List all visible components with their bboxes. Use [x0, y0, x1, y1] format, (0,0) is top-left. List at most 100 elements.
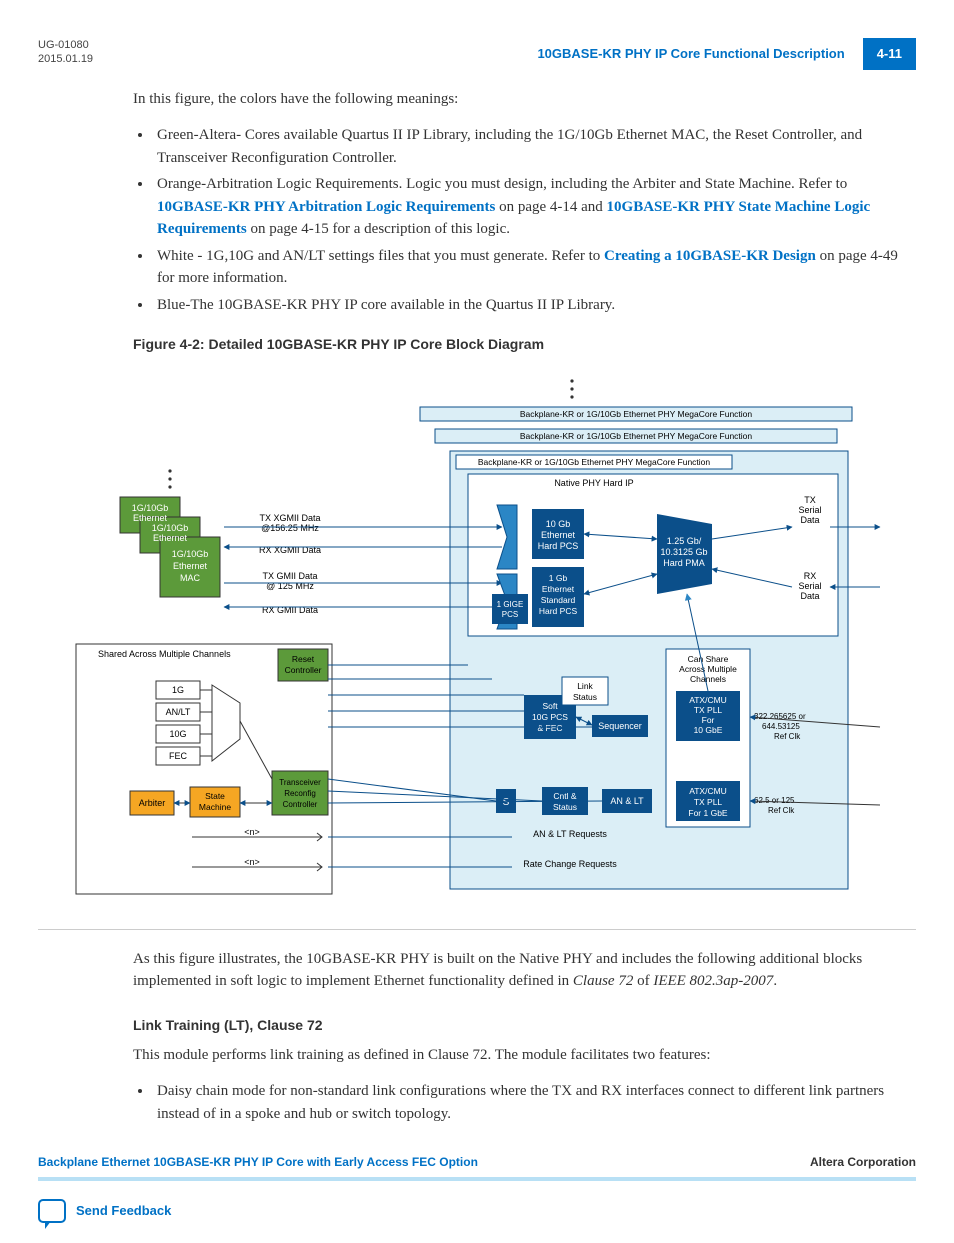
svg-text:Cntl &: Cntl & [553, 791, 576, 801]
svg-text:Ethernet: Ethernet [541, 530, 576, 540]
svg-text:1G/10Gb: 1G/10Gb [132, 503, 169, 513]
lt-feature-daisy-chain: Daisy chain mode for non-standard link c… [153, 1080, 906, 1125]
svg-text:10G PCS: 10G PCS [532, 712, 568, 722]
legend-white: White - 1G,10G and AN/LT settings files … [153, 245, 906, 290]
legend-orange: Orange-Arbitration Logic Requirements. L… [153, 173, 906, 241]
svg-text:TX XGMII Data: TX XGMII Data [259, 513, 320, 523]
lt-intro: This module performs link training as de… [133, 1044, 906, 1067]
svg-text:Sequencer: Sequencer [598, 721, 642, 731]
svg-text:AN & LT: AN & LT [610, 796, 644, 806]
svg-text:Serial: Serial [798, 505, 821, 515]
svg-text:10 GbE: 10 GbE [694, 725, 723, 735]
svg-text:TX: TX [804, 495, 816, 505]
svg-text:1.25 Gb/: 1.25 Gb/ [667, 536, 702, 546]
divider [38, 929, 916, 930]
svg-text:Shared Across Multiple Channel: Shared Across Multiple Channels [98, 649, 231, 659]
svg-text:10.3125 Gb: 10.3125 Gb [660, 547, 707, 557]
feedback-label: Send Feedback [76, 1201, 171, 1221]
svg-text:Ethernet: Ethernet [133, 513, 168, 523]
footer-chapter-title: Backplane Ethernet 10GBASE-KR PHY IP Cor… [38, 1153, 478, 1171]
svg-text:Hard PCS: Hard PCS [538, 541, 579, 551]
svg-text:MAC: MAC [180, 573, 201, 583]
svg-text:Status: Status [573, 692, 597, 702]
doc-date: 2015.01.19 [38, 52, 93, 66]
svg-text:10 Gb: 10 Gb [546, 519, 571, 529]
svg-text:Backplane-KR or 1G/10Gb Ethern: Backplane-KR or 1G/10Gb Ethernet PHY Meg… [478, 457, 711, 467]
svg-text:Data: Data [800, 515, 819, 525]
svg-text:State: State [205, 791, 225, 801]
svg-text:For 1 GbE: For 1 GbE [688, 808, 728, 818]
svg-text:Backplane-KR or 1G/10Gb Ethern: Backplane-KR or 1G/10Gb Ethernet PHY Meg… [520, 431, 753, 441]
svg-text:AN/LT: AN/LT [166, 707, 191, 717]
svg-text:Ethernet: Ethernet [173, 561, 208, 571]
svg-text:AN & LT Requests: AN & LT Requests [533, 829, 607, 839]
svg-text:ATX/CMU: ATX/CMU [689, 786, 727, 796]
svg-text:1 GIGE: 1 GIGE [497, 600, 524, 609]
svg-text:Ethernet: Ethernet [542, 584, 575, 594]
feedback-icon [38, 1199, 66, 1223]
svg-text:Soft: Soft [542, 701, 558, 711]
svg-text:Data: Data [800, 591, 819, 601]
doc-number: UG-01080 [38, 38, 93, 52]
svg-text:TX PLL: TX PLL [694, 797, 723, 807]
footer-company: Altera Corporation [810, 1153, 916, 1171]
svg-text:Channels: Channels [690, 674, 726, 684]
svg-text:Ref Clk: Ref Clk [774, 732, 801, 741]
svg-text:Standard: Standard [541, 595, 576, 605]
svg-text:Ref Clk: Ref Clk [768, 806, 795, 815]
legend-blue: Blue-The 10GBASE-KR PHY IP core availabl… [153, 294, 906, 317]
section-title: 10GBASE-KR PHY IP Core Functional Descri… [537, 44, 844, 64]
svg-text:S: S [503, 797, 510, 808]
intro-text: In this figure, the colors have the foll… [133, 88, 906, 111]
svg-text:62.5 or 125: 62.5 or 125 [754, 796, 795, 805]
svg-text:<n>: <n> [244, 857, 260, 867]
svg-text:& FEC: & FEC [537, 723, 562, 733]
svg-text:Rate Change Requests: Rate Change Requests [523, 859, 617, 869]
svg-text:1G/10Gb: 1G/10Gb [152, 523, 189, 533]
svg-text:<n>: <n> [244, 827, 260, 837]
svg-text:Controller: Controller [283, 800, 318, 809]
link-arb-logic[interactable]: 10GBASE-KR PHY Arbitration Logic Require… [157, 199, 495, 215]
svg-text:Reconfig: Reconfig [284, 789, 316, 798]
legend-green: Green-Altera- Cores available Quartus II… [153, 124, 906, 169]
svg-text:1G/10Gb: 1G/10Gb [172, 549, 209, 559]
svg-text:1 Gb: 1 Gb [549, 573, 568, 583]
svg-text:TX GMII Data: TX GMII Data [262, 571, 317, 581]
svg-text:Reset: Reset [292, 654, 315, 664]
svg-text:Hard PMA: Hard PMA [663, 558, 705, 568]
svg-text:TX PLL: TX PLL [694, 705, 723, 715]
svg-text:Ethernet: Ethernet [153, 533, 188, 543]
svg-text:Hard PCS: Hard PCS [539, 606, 578, 616]
svg-text:Can Share: Can Share [688, 654, 729, 664]
after-figure-text: As this figure illustrates, the 10GBASE-… [133, 948, 906, 993]
svg-text:Arbiter: Arbiter [139, 798, 166, 808]
svg-text:1G: 1G [172, 685, 184, 695]
page-header: UG-01080 2015.01.19 10GBASE-KR PHY IP Co… [38, 38, 916, 70]
lt-feature-list: Daisy chain mode for non-standard link c… [153, 1080, 906, 1125]
svg-text:Machine: Machine [199, 802, 231, 812]
figure-caption: Figure 4-2: Detailed 10GBASE-KR PHY IP C… [133, 334, 916, 355]
svg-text:Native PHY Hard IP: Native PHY Hard IP [554, 478, 633, 488]
link-creating-design[interactable]: Creating a 10GBASE-KR Design [604, 248, 816, 264]
svg-text:644.53125: 644.53125 [762, 722, 800, 731]
page-number-badge: 4-11 [863, 38, 916, 70]
svg-text:PCS: PCS [502, 610, 518, 619]
svg-text:Status: Status [553, 802, 577, 812]
svg-text:10G: 10G [169, 729, 186, 739]
svg-text:FEC: FEC [169, 751, 188, 761]
svg-text:Serial: Serial [798, 581, 821, 591]
svg-text:ATX/CMU: ATX/CMU [689, 695, 727, 705]
svg-text:RX: RX [804, 571, 817, 581]
send-feedback-link[interactable]: Send Feedback [38, 1199, 916, 1223]
color-legend-list: Green-Altera- Cores available Quartus II… [153, 124, 906, 316]
svg-text:Transceiver: Transceiver [279, 778, 321, 787]
svg-text:Backplane-KR or 1G/10Gb Ethern: Backplane-KR or 1G/10Gb Ethernet PHY Meg… [520, 409, 753, 419]
svg-text:Link: Link [577, 681, 593, 691]
svg-text:Controller: Controller [285, 665, 322, 675]
page-footer: Backplane Ethernet 10GBASE-KR PHY IP Cor… [38, 1153, 916, 1181]
doc-id: UG-01080 2015.01.19 [38, 38, 93, 67]
svg-text:@156.25 MHz: @156.25 MHz [261, 523, 319, 533]
svg-text:For: For [702, 715, 715, 725]
svg-text:Across Multiple: Across Multiple [679, 664, 737, 674]
block-diagram: Backplane-KR or 1G/10Gb Ethernet PHY Meg… [72, 369, 882, 907]
